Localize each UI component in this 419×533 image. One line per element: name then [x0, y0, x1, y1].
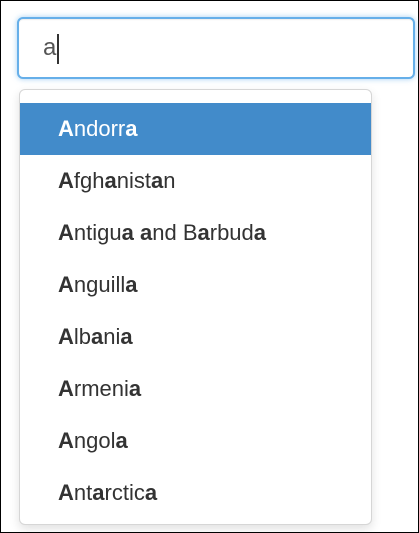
page-frame: Andorra Afghanistan Antigua and Barbuda … [0, 0, 419, 533]
text-cursor [57, 34, 59, 64]
match-highlight: A [58, 116, 74, 141]
match-highlight: a [91, 324, 104, 349]
search-field[interactable] [17, 17, 415, 79]
match-highlight: a [121, 220, 134, 245]
dropdown-option[interactable]: Afghanistan [20, 155, 371, 207]
autocomplete-dropdown: Andorra Afghanistan Antigua and Barbuda … [19, 89, 372, 525]
dropdown-option[interactable]: Anguilla [20, 259, 371, 311]
match-highlight: A [58, 168, 74, 193]
match-highlight: A [58, 428, 74, 453]
match-highlight: A [58, 220, 74, 245]
match-highlight: a [150, 168, 164, 193]
match-highlight: a [120, 324, 133, 349]
match-highlight: a [125, 116, 138, 141]
dropdown-option[interactable]: Albania [20, 311, 371, 363]
dropdown-option[interactable]: Angola [20, 415, 371, 467]
match-highlight: a [253, 220, 267, 245]
match-highlight: a [92, 480, 105, 505]
match-highlight: A [58, 272, 74, 297]
match-highlight: A [58, 376, 74, 401]
match-highlight: a [115, 428, 128, 453]
match-highlight: a [197, 220, 210, 245]
match-highlight: a [139, 220, 153, 245]
match-highlight: A [58, 480, 74, 505]
match-highlight: a [128, 376, 142, 401]
dropdown-option[interactable]: Armenia [20, 363, 371, 415]
dropdown-option[interactable]: Antigua and Barbuda [20, 207, 371, 259]
search-input[interactable] [19, 19, 413, 77]
match-highlight: a [104, 168, 117, 193]
match-highlight: a [125, 272, 138, 297]
match-highlight: a [144, 480, 158, 505]
dropdown-option[interactable]: Andorra [20, 103, 371, 155]
match-highlight: A [58, 324, 74, 349]
dropdown-option[interactable]: Antarctica [20, 467, 371, 519]
